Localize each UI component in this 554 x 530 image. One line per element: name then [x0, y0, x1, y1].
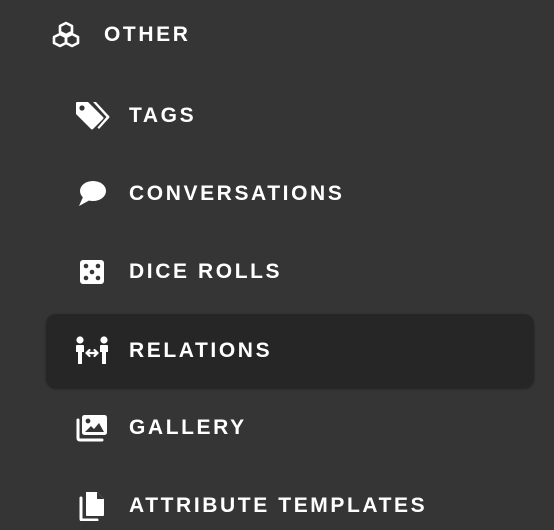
nav-item-attribute-templates[interactable]: ATTRIBUTE TEMPLATES [46, 469, 534, 530]
nav-item-label: ATTRIBUTE TEMPLATES [129, 494, 428, 517]
nav-item-label: CONVERSATIONS [129, 182, 345, 205]
nav-item-label: DICE ROLLS [129, 260, 283, 283]
nav-item-relations[interactable]: RELATIONS [46, 314, 534, 388]
nav-item-label: RELATIONS [129, 339, 273, 362]
nav-item-dice-rolls[interactable]: DICE ROLLS [46, 235, 534, 309]
speech-bubble-icon [74, 176, 110, 212]
tags-icon [74, 98, 110, 134]
nav-item-gallery[interactable]: GALLERY [46, 391, 534, 465]
copy-icon [74, 488, 110, 524]
nav-item-tags[interactable]: TAGS [46, 79, 534, 153]
section-header-other[interactable]: OTHER [52, 16, 191, 54]
images-icon [74, 410, 110, 446]
sidebar-nav: OTHER TAGS CONVERSATIONS DICE ROLLS RELA… [0, 0, 554, 530]
people-arrows-icon [74, 333, 110, 369]
nav-item-conversations[interactable]: CONVERSATIONS [46, 157, 534, 231]
nav-item-label: TAGS [129, 104, 197, 127]
dice-icon [74, 254, 110, 290]
section-header-label: OTHER [104, 23, 191, 46]
nav-item-label: GALLERY [129, 416, 247, 439]
cubes-icon [52, 21, 80, 49]
